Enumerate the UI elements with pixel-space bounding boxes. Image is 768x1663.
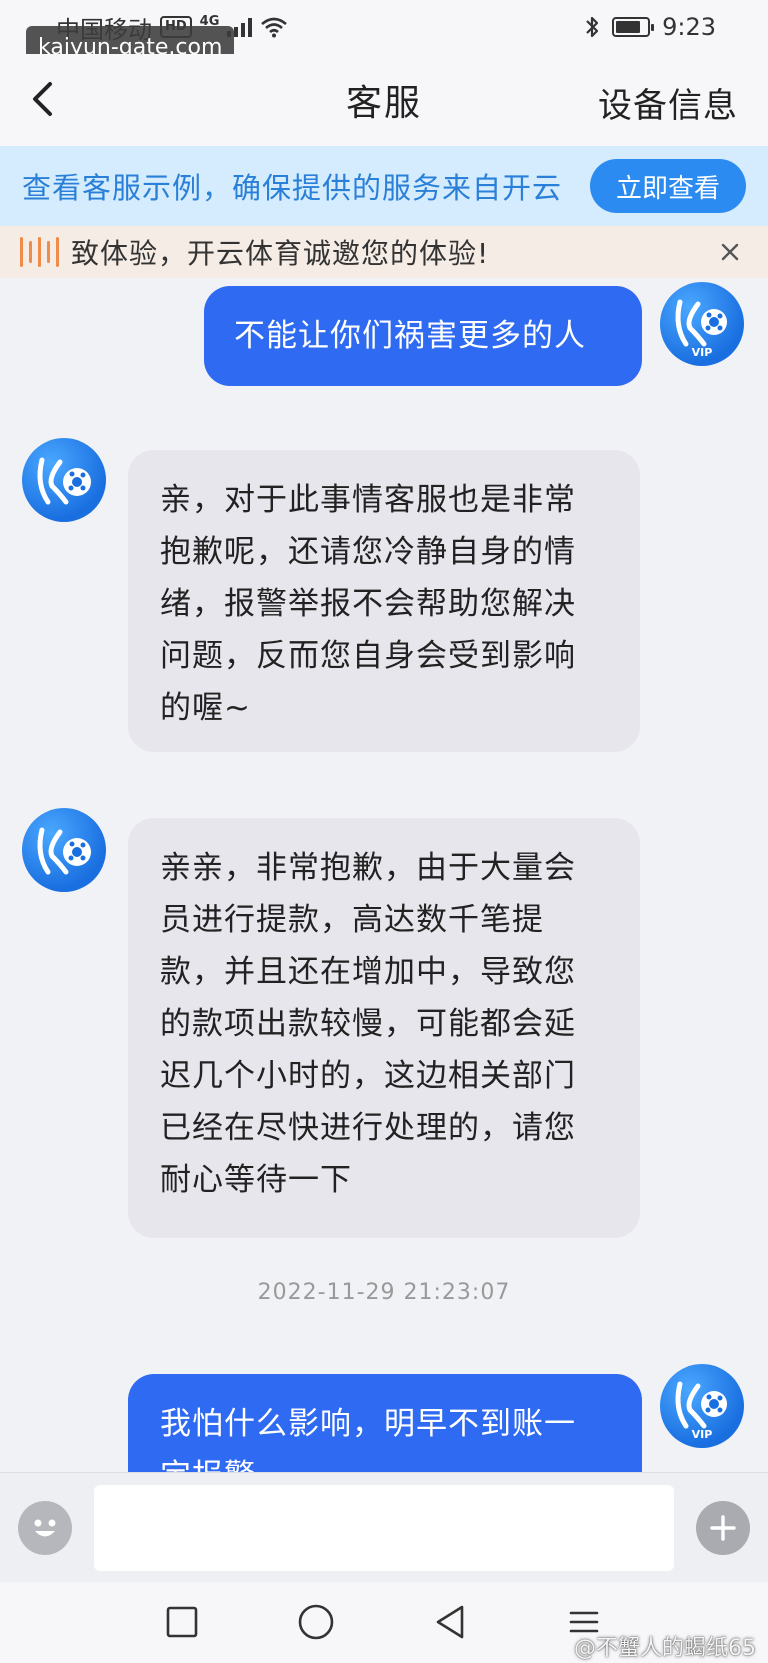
back-nav-button[interactable] (428, 1600, 472, 1644)
battery-icon (612, 17, 655, 37)
device-info-button[interactable]: 设备信息 (598, 78, 738, 127)
announcement-icon (20, 237, 59, 267)
message-line: 耐心等待一下 (160, 1162, 352, 1198)
plus-icon (710, 1514, 736, 1541)
close-icon (721, 243, 739, 261)
avatar[interactable]: VIP (660, 282, 744, 366)
notice-banner: 查看客服示例，确保提供的服务来自开云 立即查看 (0, 146, 768, 226)
close-marquee-button[interactable] (714, 236, 746, 268)
circle-icon (298, 1604, 334, 1640)
message-line: 亲，对于此事情客服也是非常 (160, 482, 576, 518)
kaiyun-logo-icon (37, 457, 91, 505)
message-line: 抱歉呢，还请您冷静自身的情 (160, 534, 576, 570)
square-icon (166, 1606, 198, 1638)
home-button[interactable] (294, 1600, 338, 1644)
triangle-back-icon (436, 1605, 464, 1639)
message-line: 已经在尽快进行处理的，请您 (160, 1110, 576, 1146)
avatar[interactable] (22, 438, 106, 522)
message-bubble-outgoing[interactable]: 不能让你们祸害更多的人 (204, 286, 642, 386)
message-timestamp: 2022-11-29 21:23:07 (257, 1280, 511, 1305)
message-input[interactable] (94, 1484, 674, 1571)
avatar[interactable]: VIP (660, 1364, 744, 1448)
back-button[interactable] (22, 74, 62, 124)
kaiyun-logo-icon: VIP (675, 1381, 727, 1441)
header: 客服 设备信息 (0, 54, 768, 146)
message-line: 不能让你们祸害更多的人 (234, 318, 586, 354)
vip-badge: VIP (692, 1428, 713, 1441)
message-bubble-incoming[interactable]: 亲，对于此事情客服也是非常 抱歉呢，还请您冷静自身的情 绪，报警举报不会帮助您解… (128, 450, 640, 752)
view-now-button[interactable]: 立即查看 (589, 159, 746, 213)
message-bubble-outgoing[interactable]: 我怕什么影响，明早不到账一 定报警 (128, 1374, 642, 1472)
chat-area[interactable]: 不能让你们祸害更多的人 VIP 亲，对于此事情客服也是非常 抱歉呢，还请您冷静自… (0, 278, 768, 1472)
wifi-icon (261, 17, 288, 38)
watermark-bottom-text: 不蟹人的蝎纸65 (596, 1636, 756, 1661)
status-right: 9:23 (584, 13, 716, 41)
message-line: 的款项出款较慢，可能都会延 (160, 1006, 576, 1042)
bluetooth-icon (586, 16, 599, 38)
clock: 9:23 (662, 13, 716, 41)
input-bar (0, 1472, 768, 1582)
message-bubble-incoming[interactable]: 亲亲，非常抱歉，由于大量会 员进行提款，高达数千笔提 款，并且还在增加中，导致您… (128, 818, 640, 1238)
avatar[interactable] (22, 808, 106, 892)
page-title: 客服 (345, 83, 422, 124)
message-line: 款，并且还在增加中，导致您 (160, 954, 576, 990)
message-line: 员进行提款，高达数千笔提 (160, 902, 544, 938)
notice-text: 查看客服示例，确保提供的服务来自开云 (22, 171, 563, 205)
message-line: 绪，报警举报不会帮助您解决 (160, 586, 576, 622)
more-actions-button[interactable] (696, 1500, 750, 1555)
announcement-marquee: 致体验，开云体育诚邀您的体验! (0, 226, 768, 278)
watermark-bottom: @不蟹人的蝎纸65 (574, 1636, 756, 1661)
emoji-icon (34, 1519, 56, 1536)
marquee-text: 致体验，开云体育诚邀您的体验! (71, 237, 490, 270)
recents-button[interactable] (160, 1600, 204, 1644)
message-line: 亲亲，非常抱歉，由于大量会 (160, 850, 576, 886)
chevron-left-icon (33, 82, 52, 116)
emoji-button[interactable] (18, 1500, 72, 1555)
message-line: 问题，反而您自身会受到影响 (160, 638, 576, 674)
vip-badge: VIP (692, 346, 713, 359)
message-line: 定报警 (160, 1450, 610, 1472)
message-line: 迟几个小时的，这边相关部门 (160, 1058, 576, 1094)
kaiyun-logo-icon (37, 827, 91, 875)
message-line: 的喔~ (160, 690, 251, 726)
message-line: 我怕什么影响，明早不到账一 (160, 1406, 576, 1442)
kaiyun-logo-icon: VIP (675, 299, 727, 359)
